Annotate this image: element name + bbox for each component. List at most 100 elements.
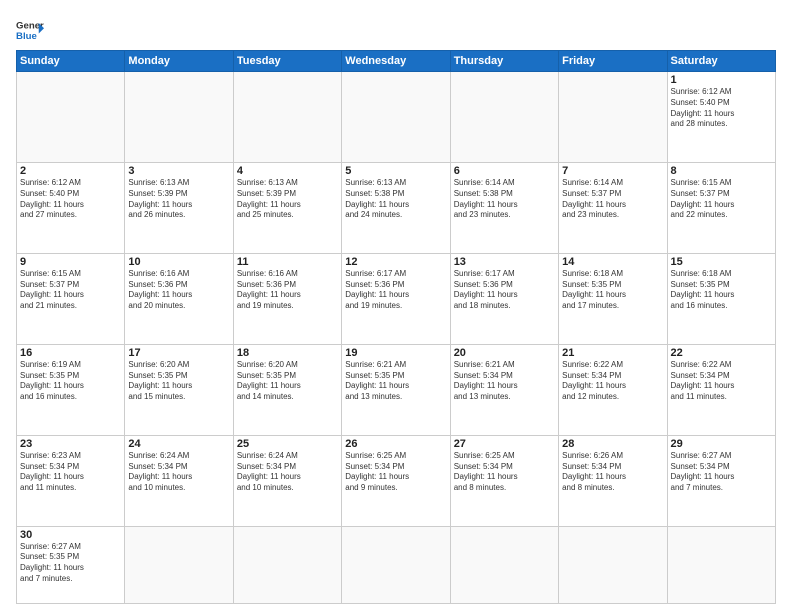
weekday-header-tuesday: Tuesday — [233, 51, 341, 72]
day-info: Sunrise: 6:27 AM Sunset: 5:35 PM Dayligh… — [20, 542, 121, 585]
day-number: 5 — [345, 165, 446, 177]
calendar-week-row: 2Sunrise: 6:12 AM Sunset: 5:40 PM Daylig… — [17, 162, 776, 253]
day-number: 9 — [20, 256, 121, 268]
calendar-cell: 18Sunrise: 6:20 AM Sunset: 5:35 PM Dayli… — [233, 344, 341, 435]
day-info: Sunrise: 6:21 AM Sunset: 5:34 PM Dayligh… — [454, 360, 555, 403]
day-number: 28 — [562, 438, 663, 450]
day-info: Sunrise: 6:24 AM Sunset: 5:34 PM Dayligh… — [128, 451, 229, 494]
calendar-cell — [450, 72, 558, 163]
day-number: 16 — [20, 347, 121, 359]
calendar-cell: 24Sunrise: 6:24 AM Sunset: 5:34 PM Dayli… — [125, 435, 233, 526]
calendar-cell: 25Sunrise: 6:24 AM Sunset: 5:34 PM Dayli… — [233, 435, 341, 526]
day-number: 1 — [671, 74, 772, 86]
day-info: Sunrise: 6:14 AM Sunset: 5:37 PM Dayligh… — [562, 178, 663, 221]
calendar-cell — [667, 526, 775, 603]
calendar-cell — [17, 72, 125, 163]
weekday-header-saturday: Saturday — [667, 51, 775, 72]
day-info: Sunrise: 6:15 AM Sunset: 5:37 PM Dayligh… — [20, 269, 121, 312]
day-info: Sunrise: 6:19 AM Sunset: 5:35 PM Dayligh… — [20, 360, 121, 403]
logo-icon: General Blue — [16, 16, 44, 44]
day-info: Sunrise: 6:13 AM Sunset: 5:38 PM Dayligh… — [345, 178, 446, 221]
calendar-cell — [233, 526, 341, 603]
day-number: 26 — [345, 438, 446, 450]
calendar-cell: 3Sunrise: 6:13 AM Sunset: 5:39 PM Daylig… — [125, 162, 233, 253]
day-info: Sunrise: 6:22 AM Sunset: 5:34 PM Dayligh… — [671, 360, 772, 403]
calendar-cell — [342, 526, 450, 603]
calendar-cell: 2Sunrise: 6:12 AM Sunset: 5:40 PM Daylig… — [17, 162, 125, 253]
day-number: 30 — [20, 529, 121, 541]
weekday-header-monday: Monday — [125, 51, 233, 72]
calendar-cell — [450, 526, 558, 603]
calendar-table: SundayMondayTuesdayWednesdayThursdayFrid… — [16, 50, 776, 604]
calendar-cell: 30Sunrise: 6:27 AM Sunset: 5:35 PM Dayli… — [17, 526, 125, 603]
day-info: Sunrise: 6:23 AM Sunset: 5:34 PM Dayligh… — [20, 451, 121, 494]
calendar-cell — [342, 72, 450, 163]
day-number: 29 — [671, 438, 772, 450]
calendar-cell — [559, 72, 667, 163]
calendar-cell: 7Sunrise: 6:14 AM Sunset: 5:37 PM Daylig… — [559, 162, 667, 253]
day-number: 12 — [345, 256, 446, 268]
day-number: 10 — [128, 256, 229, 268]
day-info: Sunrise: 6:25 AM Sunset: 5:34 PM Dayligh… — [454, 451, 555, 494]
calendar-week-row: 9Sunrise: 6:15 AM Sunset: 5:37 PM Daylig… — [17, 253, 776, 344]
day-info: Sunrise: 6:17 AM Sunset: 5:36 PM Dayligh… — [345, 269, 446, 312]
calendar-cell: 15Sunrise: 6:18 AM Sunset: 5:35 PM Dayli… — [667, 253, 775, 344]
day-number: 14 — [562, 256, 663, 268]
calendar-cell: 20Sunrise: 6:21 AM Sunset: 5:34 PM Dayli… — [450, 344, 558, 435]
day-info: Sunrise: 6:17 AM Sunset: 5:36 PM Dayligh… — [454, 269, 555, 312]
day-info: Sunrise: 6:20 AM Sunset: 5:35 PM Dayligh… — [237, 360, 338, 403]
calendar-cell: 14Sunrise: 6:18 AM Sunset: 5:35 PM Dayli… — [559, 253, 667, 344]
day-number: 19 — [345, 347, 446, 359]
weekday-header-wednesday: Wednesday — [342, 51, 450, 72]
day-info: Sunrise: 6:12 AM Sunset: 5:40 PM Dayligh… — [671, 87, 772, 130]
weekday-header-friday: Friday — [559, 51, 667, 72]
day-info: Sunrise: 6:16 AM Sunset: 5:36 PM Dayligh… — [237, 269, 338, 312]
day-info: Sunrise: 6:12 AM Sunset: 5:40 PM Dayligh… — [20, 178, 121, 221]
day-info: Sunrise: 6:24 AM Sunset: 5:34 PM Dayligh… — [237, 451, 338, 494]
calendar-cell: 10Sunrise: 6:16 AM Sunset: 5:36 PM Dayli… — [125, 253, 233, 344]
logo: General Blue — [16, 16, 44, 44]
day-number: 13 — [454, 256, 555, 268]
day-number: 18 — [237, 347, 338, 359]
calendar-cell — [233, 72, 341, 163]
day-info: Sunrise: 6:25 AM Sunset: 5:34 PM Dayligh… — [345, 451, 446, 494]
day-info: Sunrise: 6:16 AM Sunset: 5:36 PM Dayligh… — [128, 269, 229, 312]
calendar-cell: 21Sunrise: 6:22 AM Sunset: 5:34 PM Dayli… — [559, 344, 667, 435]
calendar-cell: 19Sunrise: 6:21 AM Sunset: 5:35 PM Dayli… — [342, 344, 450, 435]
calendar-cell: 29Sunrise: 6:27 AM Sunset: 5:34 PM Dayli… — [667, 435, 775, 526]
day-number: 23 — [20, 438, 121, 450]
day-number: 8 — [671, 165, 772, 177]
day-number: 3 — [128, 165, 229, 177]
day-info: Sunrise: 6:22 AM Sunset: 5:34 PM Dayligh… — [562, 360, 663, 403]
calendar-cell: 9Sunrise: 6:15 AM Sunset: 5:37 PM Daylig… — [17, 253, 125, 344]
page: General Blue SundayMondayTuesdayWednesda… — [0, 0, 792, 612]
calendar-cell: 26Sunrise: 6:25 AM Sunset: 5:34 PM Dayli… — [342, 435, 450, 526]
calendar-cell: 5Sunrise: 6:13 AM Sunset: 5:38 PM Daylig… — [342, 162, 450, 253]
day-info: Sunrise: 6:26 AM Sunset: 5:34 PM Dayligh… — [562, 451, 663, 494]
calendar-cell: 27Sunrise: 6:25 AM Sunset: 5:34 PM Dayli… — [450, 435, 558, 526]
day-number: 6 — [454, 165, 555, 177]
calendar-cell: 23Sunrise: 6:23 AM Sunset: 5:34 PM Dayli… — [17, 435, 125, 526]
calendar-cell: 12Sunrise: 6:17 AM Sunset: 5:36 PM Dayli… — [342, 253, 450, 344]
calendar-cell: 6Sunrise: 6:14 AM Sunset: 5:38 PM Daylig… — [450, 162, 558, 253]
day-info: Sunrise: 6:13 AM Sunset: 5:39 PM Dayligh… — [128, 178, 229, 221]
day-number: 24 — [128, 438, 229, 450]
day-number: 4 — [237, 165, 338, 177]
day-info: Sunrise: 6:13 AM Sunset: 5:39 PM Dayligh… — [237, 178, 338, 221]
day-info: Sunrise: 6:18 AM Sunset: 5:35 PM Dayligh… — [671, 269, 772, 312]
day-info: Sunrise: 6:21 AM Sunset: 5:35 PM Dayligh… — [345, 360, 446, 403]
day-number: 22 — [671, 347, 772, 359]
calendar-header-row: SundayMondayTuesdayWednesdayThursdayFrid… — [17, 51, 776, 72]
calendar-cell — [125, 72, 233, 163]
weekday-header-thursday: Thursday — [450, 51, 558, 72]
calendar-cell: 22Sunrise: 6:22 AM Sunset: 5:34 PM Dayli… — [667, 344, 775, 435]
day-number: 15 — [671, 256, 772, 268]
calendar-cell: 11Sunrise: 6:16 AM Sunset: 5:36 PM Dayli… — [233, 253, 341, 344]
day-number: 7 — [562, 165, 663, 177]
day-number: 20 — [454, 347, 555, 359]
calendar-cell: 17Sunrise: 6:20 AM Sunset: 5:35 PM Dayli… — [125, 344, 233, 435]
calendar-week-row: 30Sunrise: 6:27 AM Sunset: 5:35 PM Dayli… — [17, 526, 776, 603]
day-info: Sunrise: 6:15 AM Sunset: 5:37 PM Dayligh… — [671, 178, 772, 221]
calendar-cell: 28Sunrise: 6:26 AM Sunset: 5:34 PM Dayli… — [559, 435, 667, 526]
calendar-week-row: 16Sunrise: 6:19 AM Sunset: 5:35 PM Dayli… — [17, 344, 776, 435]
